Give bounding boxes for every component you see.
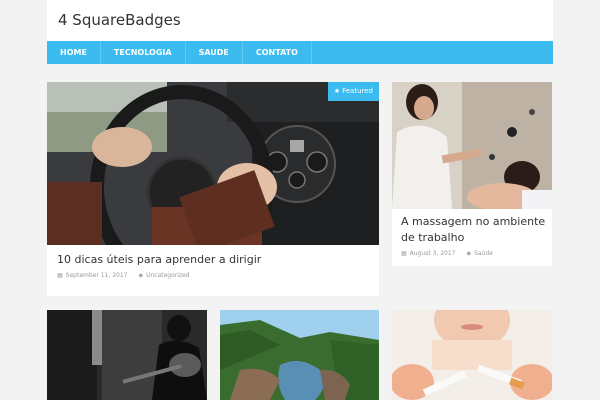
calendar-icon: ▦ <box>57 272 63 279</box>
site-title[interactable]: 4 SquareBadges <box>58 11 181 29</box>
featured-post-image[interactable]: ★ Featured <box>47 82 379 245</box>
nav-item-contato[interactable]: CONTATO <box>243 41 312 64</box>
post-date[interactable]: August 3, 2017 <box>410 250 456 257</box>
tag-icon: ◆ <box>466 250 472 257</box>
nav-item-tecnologia[interactable]: TECNOLOGIA <box>101 41 186 64</box>
post-card-guitar <box>47 310 207 400</box>
post-image-river[interactable] <box>220 310 379 400</box>
featured-post-meta: ▦ September 11, 2017 ◆ Uncategorized <box>57 272 190 279</box>
side-post-meta: ▦ August 3, 2017 ◆ Saúde <box>401 250 493 257</box>
calendar-icon: ▦ <box>401 250 407 257</box>
side-post-image[interactable] <box>392 82 552 209</box>
featured-post-card: ★ Featured 10 dicas úteis para aprender a… <box>47 82 379 296</box>
post-image-guitar[interactable] <box>47 310 207 400</box>
post-card-cigarette <box>392 310 552 400</box>
nav-item-saude[interactable]: SAUDE <box>186 41 243 64</box>
featured-badge[interactable]: ★ Featured <box>327 82 379 101</box>
post-card-river <box>220 310 379 400</box>
tag-icon: ◆ <box>138 272 144 279</box>
star-icon: ★ <box>333 87 341 95</box>
post-category[interactable]: Saúde <box>474 250 493 257</box>
main-nav: HOME TECNOLOGIA SAUDE CONTATO <box>47 41 553 64</box>
featured-post-title[interactable]: 10 dicas úteis para aprender a dirigir <box>57 252 261 268</box>
side-post-card: A massagem no ambiente de trabalho ▦ Aug… <box>392 82 552 266</box>
post-category[interactable]: Uncategorized <box>146 272 189 279</box>
nav-item-home[interactable]: HOME <box>47 41 101 64</box>
post-image-cigarette[interactable] <box>392 310 552 400</box>
post-date[interactable]: September 11, 2017 <box>66 272 128 279</box>
site-header: 4 SquareBadges <box>47 0 553 41</box>
side-post-title[interactable]: A massagem no ambiente de trabalho <box>401 214 546 246</box>
